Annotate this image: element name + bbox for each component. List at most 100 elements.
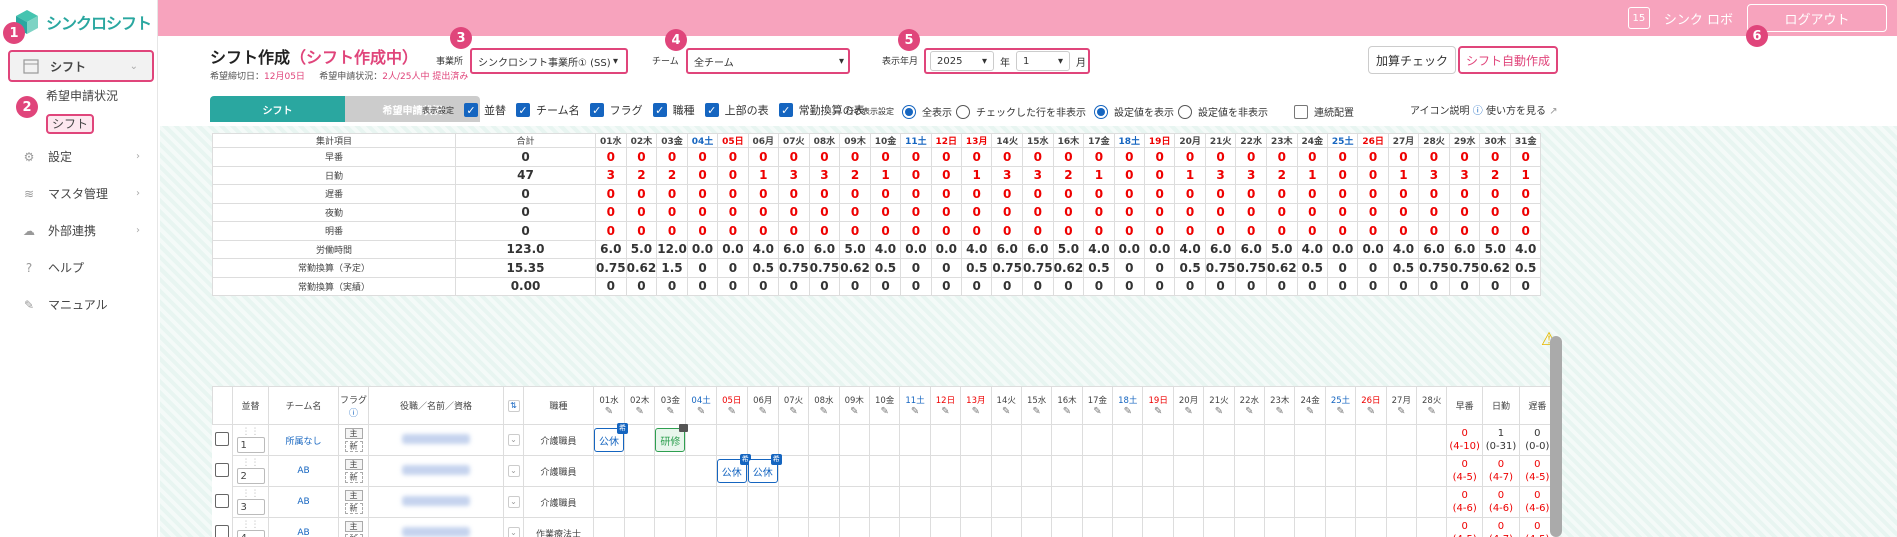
shift-cell[interactable] <box>1081 486 1114 518</box>
flag-cell[interactable]: 主新 <box>338 424 369 456</box>
day-column-header[interactable]: 25土 ✎ <box>1324 386 1357 425</box>
day-column-header[interactable]: 11土 ✎ <box>899 386 931 425</box>
shift-cell[interactable] <box>1355 486 1387 518</box>
flag-cell[interactable]: 主新 <box>338 517 369 537</box>
shift-cell[interactable] <box>1051 424 1083 456</box>
shift-cell[interactable] <box>593 517 625 537</box>
sidebar-item-manual[interactable]: ✎ マニュアル <box>8 286 154 323</box>
shift-cell[interactable] <box>1203 455 1235 487</box>
shift-cell[interactable] <box>1324 455 1357 487</box>
shift-cell[interactable] <box>1112 424 1144 456</box>
shift-cell[interactable] <box>929 517 962 537</box>
sort-button[interactable]: ⇅ <box>503 386 524 425</box>
shift-cell[interactable] <box>1355 424 1387 456</box>
row-checkbox-cell[interactable] <box>212 517 233 537</box>
day-column-header[interactable]: 12日 ✎ <box>929 386 962 425</box>
shift-cell[interactable] <box>654 455 687 487</box>
day-column-header[interactable]: 04土 ✎ <box>685 386 717 425</box>
shift-cell[interactable] <box>1203 424 1235 456</box>
shift-cell[interactable] <box>1233 486 1266 518</box>
row-dropdown[interactable]: ⌄ <box>503 424 524 456</box>
shift-cell[interactable] <box>1415 424 1448 456</box>
shift-cell[interactable] <box>990 424 1022 456</box>
shift-cell[interactable] <box>623 455 656 487</box>
shift-cell[interactable] <box>1112 486 1144 518</box>
tab-shift[interactable]: シフト <box>210 96 345 122</box>
radio-show-values[interactable] <box>1094 104 1108 119</box>
shift-cell[interactable] <box>1203 486 1235 518</box>
shift-cell[interactable] <box>868 486 901 518</box>
shift-cell[interactable] <box>1020 424 1053 456</box>
app-logo[interactable]: シンクロシフト <box>14 6 152 38</box>
shift-cell[interactable] <box>1385 517 1417 537</box>
checkbox-consecutive[interactable] <box>1294 104 1308 119</box>
day-column-header[interactable]: 05日 ✎ <box>715 386 748 425</box>
order-cell[interactable]: ⋮⋮ 3 <box>232 486 269 518</box>
sidebar-item-integration[interactable]: ☁ 外部連携 › <box>8 212 154 249</box>
shift-cell[interactable] <box>808 424 840 456</box>
day-column-header[interactable]: 15水 ✎ <box>1020 386 1053 425</box>
shift-cell[interactable] <box>1385 424 1417 456</box>
shift-cell[interactable] <box>808 486 840 518</box>
shift-cell[interactable] <box>868 455 901 487</box>
row-checkbox-cell[interactable] <box>212 486 233 518</box>
team-select[interactable]: 全チーム ▾ <box>686 48 850 74</box>
shift-cell[interactable] <box>746 486 779 518</box>
shift-cell[interactable] <box>838 517 870 537</box>
shift-cell[interactable] <box>1264 455 1296 487</box>
sidebar-item-help[interactable]: ? ヘルプ <box>8 249 154 286</box>
team-name[interactable]: AB <box>268 486 339 518</box>
office-select[interactable]: シンクロシフト事業所① (SS) ▾ <box>470 48 628 74</box>
shift-cell[interactable] <box>1020 486 1053 518</box>
shift-cell[interactable] <box>1081 455 1114 487</box>
shift-cell[interactable] <box>1081 424 1114 456</box>
shift-cell[interactable] <box>899 455 931 487</box>
row-dropdown[interactable]: ⌄ <box>503 517 524 537</box>
shift-cell[interactable] <box>1355 517 1387 537</box>
shift-cell[interactable] <box>1415 455 1448 487</box>
shift-cell[interactable] <box>838 455 870 487</box>
order-cell[interactable]: ⋮⋮ 4 <box>232 517 269 537</box>
day-column-header[interactable]: 07火 ✎ <box>777 386 810 425</box>
day-column-header[interactable]: 20月 ✎ <box>1172 386 1205 425</box>
shift-cell[interactable]: 公休希 <box>746 454 782 487</box>
day-column-header[interactable]: 16木 ✎ <box>1051 386 1083 425</box>
checkbox-sort[interactable]: ✓ <box>464 103 478 117</box>
shift-cell[interactable] <box>990 517 1022 537</box>
shift-cell[interactable] <box>1385 486 1417 518</box>
row-checkbox-cell[interactable] <box>212 424 233 456</box>
staff-name[interactable] <box>368 486 504 518</box>
sidebar-item-shift[interactable]: シフト ⌄ <box>8 50 154 82</box>
icon-help-link[interactable]: アイコン説明 ⓘ <box>1410 102 1483 117</box>
shift-cell[interactable] <box>1415 517 1448 537</box>
shift-cell[interactable] <box>1142 455 1174 487</box>
shift-cell[interactable] <box>777 455 810 487</box>
scrollbar[interactable] <box>1550 336 1562 537</box>
shift-cell[interactable]: 公休希 <box>715 454 751 487</box>
shift-cell[interactable] <box>1264 517 1296 537</box>
team-name[interactable]: AB <box>268 517 339 537</box>
shift-cell[interactable] <box>1324 486 1357 518</box>
shift-cell[interactable] <box>1385 455 1417 487</box>
shift-cell[interactable] <box>685 455 717 487</box>
flag-cell[interactable]: 主新 <box>338 455 369 487</box>
auto-create-button[interactable]: シフト自動作成 <box>1458 46 1558 74</box>
shift-cell[interactable] <box>929 455 962 487</box>
staff-name[interactable] <box>368 424 504 456</box>
shift-cell[interactable] <box>746 424 779 456</box>
shift-cell[interactable] <box>715 517 748 537</box>
shift-cell[interactable] <box>777 517 810 537</box>
day-column-header[interactable]: 17金 ✎ <box>1081 386 1114 425</box>
year-select[interactable]: 2025 ▾ <box>930 51 994 71</box>
row-dropdown[interactable]: ⌄ <box>503 486 524 518</box>
usage-link[interactable]: 使い方を見る ↗ <box>1486 102 1558 117</box>
day-column-header[interactable]: 18土 ✎ <box>1112 386 1144 425</box>
day-column-header[interactable]: 09木 ✎ <box>838 386 870 425</box>
day-column-header[interactable]: 01水 ✎ <box>593 386 625 425</box>
day-column-header[interactable]: 08水 ✎ <box>808 386 840 425</box>
shift-cell[interactable] <box>1294 517 1326 537</box>
day-column-header[interactable]: 13月 ✎ <box>960 386 992 425</box>
shift-cell[interactable] <box>960 517 992 537</box>
shift-cell[interactable] <box>1294 424 1326 456</box>
shift-cell[interactable] <box>654 517 687 537</box>
